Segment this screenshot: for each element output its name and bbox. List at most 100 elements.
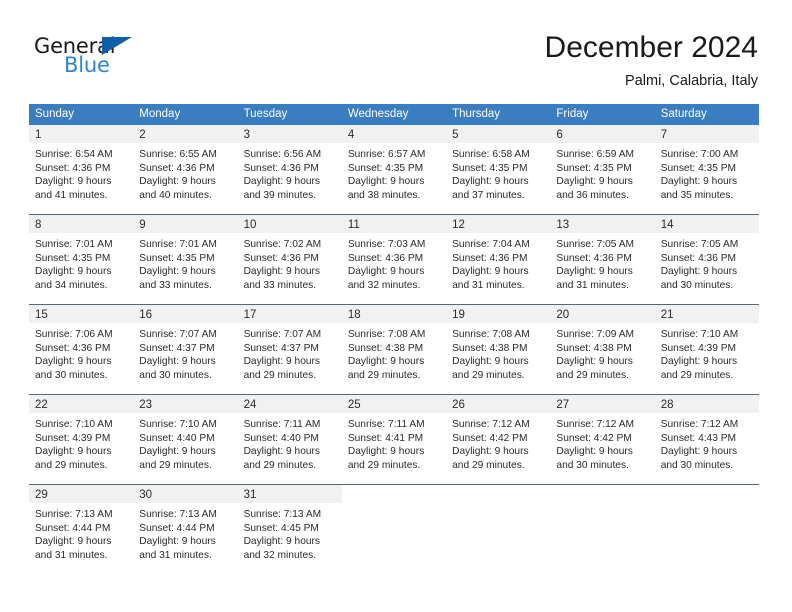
daylight-text-line1: Daylight: 9 hours	[139, 356, 216, 368]
sunrise-text: Sunrise: 7:08 AM	[452, 329, 530, 340]
daylight-text-line1: Daylight: 9 hours	[556, 176, 633, 188]
daylight-text-line2: and 32 minutes.	[243, 549, 317, 561]
day-info: Sunrise: 7:08 AM Sunset: 4:38 PM Daylight:…	[446, 323, 550, 382]
day-info: Sunrise: 7:12 AM Sunset: 4:42 PM Daylight:…	[446, 413, 550, 472]
day-number: 1	[35, 129, 42, 141]
sunrise-text: Sunrise: 7:12 AM	[556, 419, 634, 430]
day-cell-empty	[550, 485, 654, 574]
daylight-text-line2: and 41 minutes.	[35, 189, 108, 201]
weekday-header-sunday: Sunday	[35, 108, 75, 120]
day-number: 4	[347, 129, 355, 141]
daylight-text-line1: Daylight: 9 hours	[139, 176, 216, 188]
day-number-band: 16	[133, 305, 238, 323]
day-number-band: 21	[654, 305, 759, 323]
day-cell[interactable]: 8 Sunrise: 7:01 AM Sunset: 4:35 PM Daylight…	[29, 215, 134, 304]
day-cell[interactable]: 5 Sunrise: 6:58 AM Sunset: 4:35 PM Daylight…	[446, 125, 551, 214]
day-number-band	[655, 485, 759, 503]
day-cell[interactable]: 17 Sunrise: 7:07 AM Sunset: 4:37 PM Dayligh…	[237, 305, 342, 394]
day-cell[interactable]: 27 Sunrise: 7:12 AM Sunset: 4:42 PM Dayligh…	[550, 395, 655, 484]
sunset-text: Sunset: 4:37 PM	[243, 342, 319, 354]
day-cell[interactable]: 16 Sunrise: 7:07 AM Sunset: 4:37 PM Dayligh…	[133, 305, 238, 394]
day-number-band: 25	[341, 395, 447, 413]
day-cell[interactable]: 18 Sunrise: 7:08 AM Sunset: 4:38 PM Dayligh…	[341, 305, 447, 394]
day-cell[interactable]: 19 Sunrise: 7:08 AM Sunset: 4:38 PM Dayligh…	[446, 305, 551, 394]
daylight-text-line1: Daylight: 9 hours	[139, 266, 216, 278]
sunset-text: Sunset: 4:36 PM	[139, 162, 215, 174]
day-number-band: 22	[29, 395, 134, 413]
day-info: Sunrise: 7:13 AM Sunset: 4:45 PM Daylight:…	[238, 503, 342, 562]
sunset-text: Sunset: 4:38 PM	[556, 342, 632, 354]
day-cell[interactable]: 2 Sunrise: 6:55 AM Sunset: 4:36 PM Daylight…	[133, 125, 238, 214]
daylight-text-line1: Daylight: 9 hours	[660, 356, 738, 368]
day-number: 18	[347, 309, 361, 321]
daylight-text-line1: Daylight: 9 hours	[35, 356, 112, 368]
sunrise-text: Sunrise: 6:57 AM	[347, 149, 426, 160]
sunrise-text: Sunrise: 7:05 AM	[556, 239, 634, 250]
day-number: 21	[660, 309, 674, 321]
day-number-band: 27	[550, 395, 655, 413]
day-cell[interactable]: 24 Sunrise: 7:11 AM Sunset: 4:40 PM Dayligh…	[237, 395, 342, 484]
general-blue-logo[interactable]: General Blue	[34, 34, 254, 90]
day-cell[interactable]: 10 Sunrise: 7:02 AM Sunset: 4:36 PM Dayligh…	[237, 215, 342, 304]
day-cell[interactable]: 29 Sunrise: 7:13 AM Sunset: 4:44 PM Dayligh…	[29, 485, 134, 574]
day-cell[interactable]: 31 Sunrise: 7:13 AM Sunset: 4:45 PM Dayligh…	[237, 485, 342, 574]
calendar-week-row: 15 Sunrise: 7:06 AM Sunset: 4:36 PM Dayligh…	[29, 304, 759, 394]
day-cell[interactable]: 9 Sunrise: 7:01 AM Sunset: 4:35 PM Daylight…	[133, 215, 238, 304]
day-cell[interactable]: 15 Sunrise: 7:06 AM Sunset: 4:36 PM Dayligh…	[29, 305, 134, 394]
day-cell[interactable]: 13 Sunrise: 7:05 AM Sunset: 4:36 PM Dayligh…	[550, 215, 655, 304]
daylight-text-line2: and 33 minutes.	[243, 279, 317, 291]
daylight-text-line1: Daylight: 9 hours	[556, 446, 633, 458]
day-cell[interactable]: 22 Sunrise: 7:10 AM Sunset: 4:39 PM Dayligh…	[29, 395, 134, 484]
day-number-band: 30	[133, 485, 238, 503]
day-cell[interactable]: 11 Sunrise: 7:03 AM Sunset: 4:36 PM Dayligh…	[341, 215, 447, 304]
day-number-band: 13	[550, 215, 655, 233]
sunset-text: Sunset: 4:36 PM	[35, 162, 111, 174]
day-cell[interactable]: 30 Sunrise: 7:13 AM Sunset: 4:44 PM Dayligh…	[133, 485, 238, 574]
day-cell[interactable]: 23 Sunrise: 7:10 AM Sunset: 4:40 PM Dayligh…	[133, 395, 238, 484]
day-info	[655, 503, 759, 508]
day-number-band: 6	[550, 125, 655, 143]
sunrise-text: Sunrise: 7:04 AM	[452, 239, 530, 250]
daylight-text-line2: and 29 minutes.	[139, 459, 212, 471]
day-info: Sunrise: 7:12 AM Sunset: 4:43 PM Daylight:…	[655, 413, 759, 472]
sunrise-text: Sunrise: 7:09 AM	[556, 329, 634, 340]
day-cell[interactable]: 20 Sunrise: 7:09 AM Sunset: 4:38 PM Dayligh…	[550, 305, 655, 394]
sunrise-text: Sunrise: 7:01 AM	[35, 239, 113, 250]
day-cell[interactable]: 1 Sunrise: 6:54 AM Sunset: 4:36 PM Daylight…	[29, 125, 134, 214]
day-cell[interactable]: 14 Sunrise: 7:05 AM Sunset: 4:36 PM Dayligh…	[654, 215, 759, 304]
daylight-text-line1: Daylight: 9 hours	[243, 176, 321, 188]
sunrise-text: Sunrise: 7:05 AM	[660, 239, 739, 250]
sunrise-text: Sunrise: 7:13 AM	[35, 509, 113, 520]
daylight-text-line1: Daylight: 9 hours	[660, 176, 738, 188]
day-cell[interactable]: 4 Sunrise: 6:57 AM Sunset: 4:35 PM Daylight…	[341, 125, 447, 214]
daylight-text-line1: Daylight: 9 hours	[35, 266, 112, 278]
day-info: Sunrise: 7:07 AM Sunset: 4:37 PM Daylight:…	[238, 323, 342, 382]
daylight-text-line1: Daylight: 9 hours	[139, 536, 216, 548]
day-number-band	[342, 485, 446, 503]
daylight-text-line2: and 30 minutes.	[556, 459, 629, 471]
daylight-text-line2: and 38 minutes.	[347, 189, 421, 201]
day-info: Sunrise: 7:10 AM Sunset: 4:39 PM Daylight:…	[29, 413, 133, 472]
day-number-band: 19	[446, 305, 551, 323]
sunrise-text: Sunrise: 7:12 AM	[660, 419, 739, 430]
day-info: Sunrise: 7:13 AM Sunset: 4:44 PM Daylight:…	[133, 503, 237, 562]
day-info: Sunrise: 7:11 AM Sunset: 4:40 PM Daylight:…	[238, 413, 342, 472]
day-cell[interactable]: 7 Sunrise: 7:00 AM Sunset: 4:35 PM Daylight…	[654, 125, 759, 214]
day-info: Sunrise: 7:07 AM Sunset: 4:37 PM Daylight:…	[133, 323, 237, 382]
day-cell[interactable]: 21 Sunrise: 7:10 AM Sunset: 4:39 PM Dayligh…	[654, 305, 759, 394]
sunrise-text: Sunrise: 7:13 AM	[139, 509, 217, 520]
day-cell[interactable]: 3 Sunrise: 6:56 AM Sunset: 4:36 PM Daylight…	[237, 125, 342, 214]
day-cell[interactable]: 12 Sunrise: 7:04 AM Sunset: 4:36 PM Dayligh…	[446, 215, 551, 304]
sunset-text: Sunset: 4:42 PM	[452, 432, 528, 444]
daylight-text-line2: and 29 minutes.	[347, 369, 421, 381]
day-number-band: 15	[29, 305, 134, 323]
day-number: 31	[243, 489, 257, 501]
day-cell[interactable]: 26 Sunrise: 7:12 AM Sunset: 4:42 PM Dayligh…	[446, 395, 551, 484]
daylight-text-line2: and 31 minutes.	[35, 549, 108, 561]
day-cell[interactable]: 28 Sunrise: 7:12 AM Sunset: 4:43 PM Dayligh…	[654, 395, 759, 484]
day-cell[interactable]: 25 Sunrise: 7:11 AM Sunset: 4:41 PM Dayligh…	[341, 395, 447, 484]
day-cell[interactable]: 6 Sunrise: 6:59 AM Sunset: 4:35 PM Daylight…	[550, 125, 655, 214]
day-number-band: 5	[446, 125, 551, 143]
day-number-band: 12	[446, 215, 551, 233]
daylight-text-line2: and 31 minutes.	[139, 549, 212, 561]
